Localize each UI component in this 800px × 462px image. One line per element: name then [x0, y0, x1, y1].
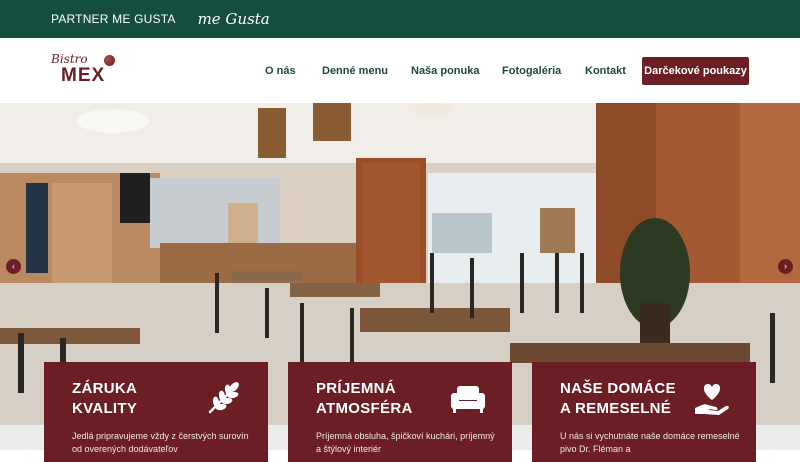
nav-item-denne-menu[interactable]: Denné menu — [322, 65, 388, 77]
nav-item-kontakt[interactable]: Kontakt — [585, 65, 626, 77]
nav-item-o-nas[interactable]: O nás — [265, 65, 296, 77]
bistro-mex-logo[interactable]: Bistro MEX — [50, 52, 120, 92]
me-gusta-logo[interactable]: me Gusta — [197, 9, 270, 28]
chevron-right-icon: › — [784, 261, 787, 271]
site-header: Bistro MEX O nás Denné menu Naša ponuka … — [0, 38, 800, 103]
me-gusta-logo-text: me Gusta — [197, 9, 270, 28]
slider-next-button[interactable]: › — [778, 259, 793, 274]
nav-item-fotogaleria[interactable]: Fotogaléria — [502, 65, 561, 77]
chevron-left-icon: ‹ — [12, 261, 15, 271]
feature-card-homemade: NAŠE DOMÁCE A REMESELNÉ U nás si vychutn… — [532, 362, 756, 462]
partner-bar: PARTNER ME GUSTA me Gusta — [0, 0, 800, 38]
card-text: U nás si vychutnáte naše domáce remeseln… — [560, 431, 740, 454]
feature-card-quality: ZÁRUKA KVALITY Jedlá pripravujeme vždy z… — [44, 362, 268, 462]
slider-prev-button[interactable]: ‹ — [6, 259, 21, 274]
logo-bistro-text: Bistro — [51, 52, 88, 66]
card-text: Príjemná obsluha, špičkoví kuchári, príj… — [316, 431, 495, 454]
feature-card-atmosphere: PRÍJEMNÁ ATMOSFÉRA Príjemná obsluha, špi… — [288, 362, 512, 462]
logo-mex-text: MEX — [61, 65, 106, 86]
heart-hand-icon — [695, 384, 729, 415]
partner-label: PARTNER ME GUSTA — [51, 12, 176, 26]
wheat-icon — [208, 382, 239, 414]
gift-voucher-button[interactable]: Darčekové poukazy — [642, 57, 749, 85]
sofa-icon — [451, 386, 485, 413]
card-text: Jedlá pripravujeme vždy z čerstvých suro… — [72, 431, 249, 454]
nav-item-nasa-ponuka[interactable]: Naša ponuka — [411, 65, 479, 77]
logo-ball-icon — [104, 55, 115, 66]
